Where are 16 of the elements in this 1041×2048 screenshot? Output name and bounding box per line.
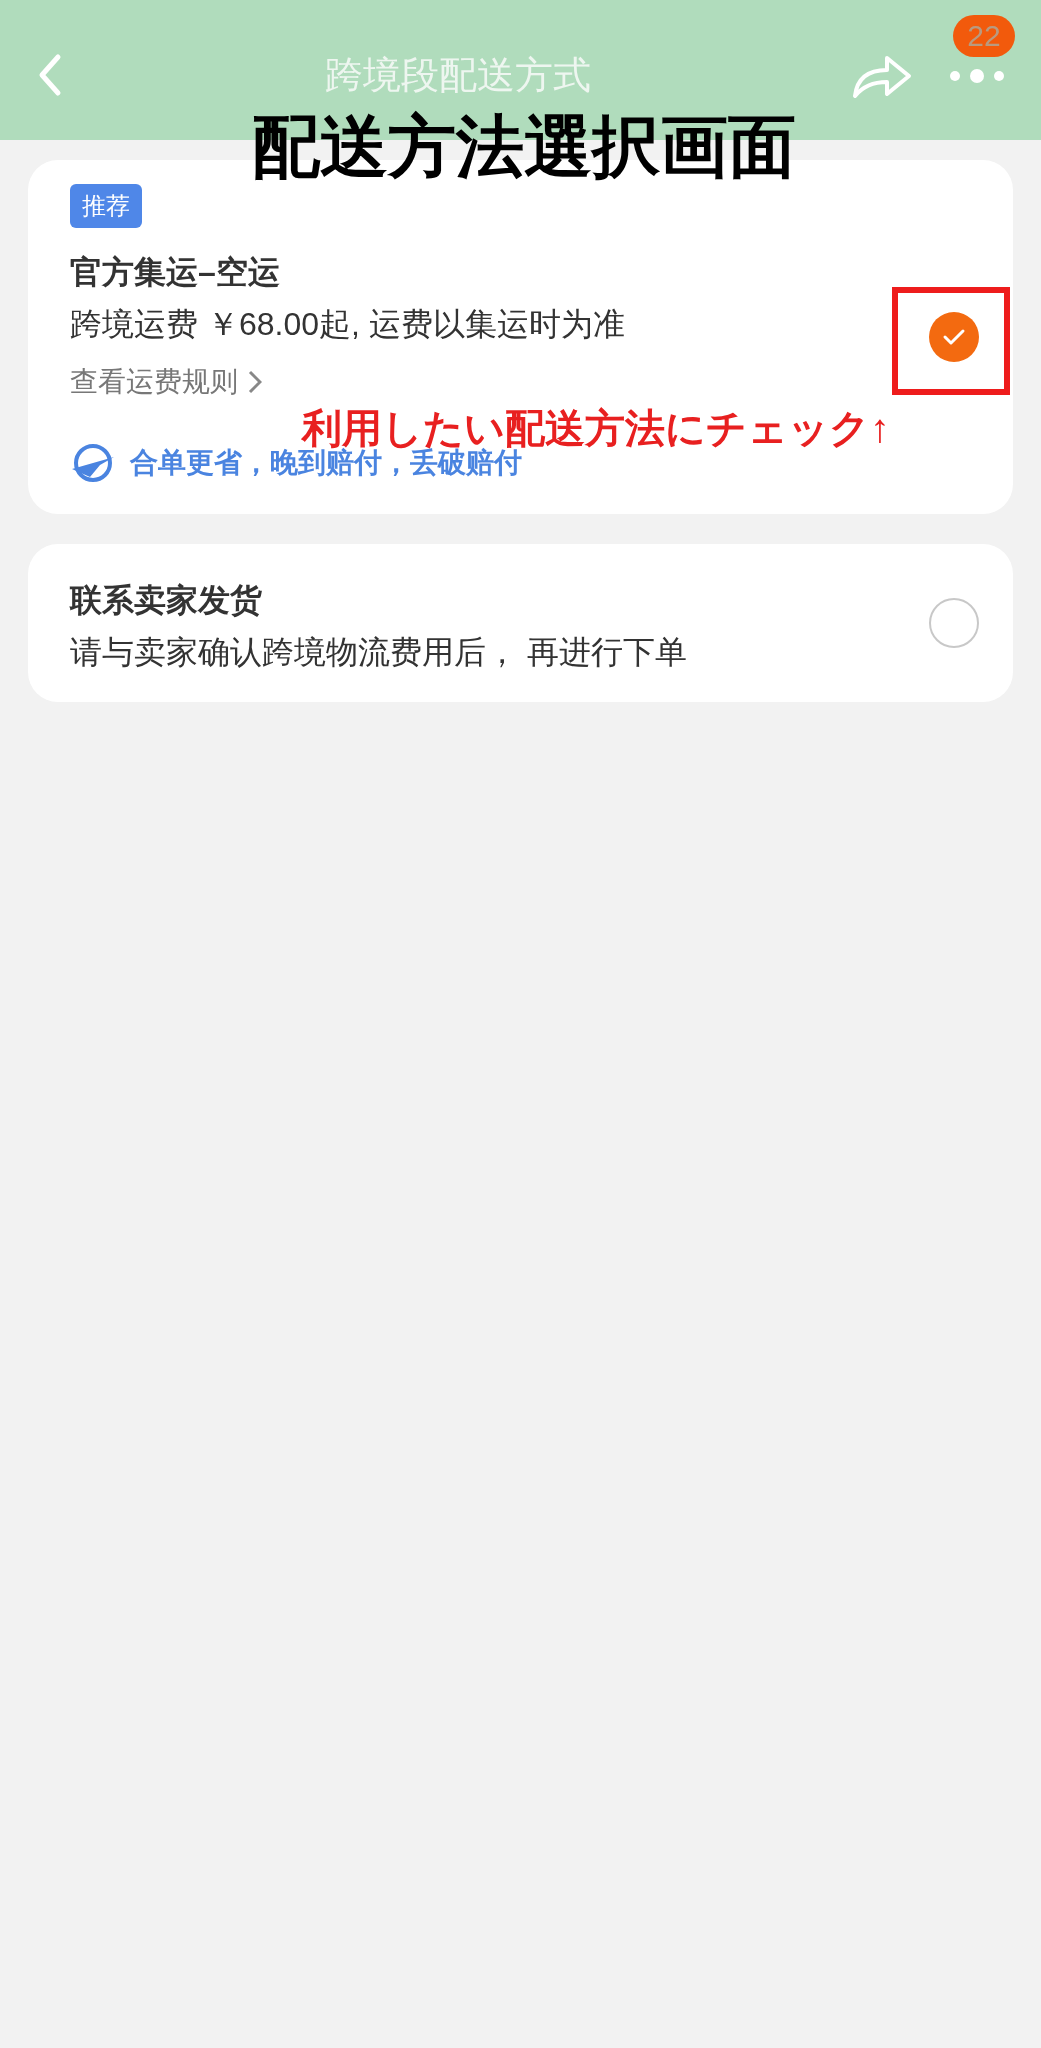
option-title: 联系卖家发货 <box>70 581 263 620</box>
radio-button[interactable] <box>929 312 979 362</box>
notification-badge: 22 <box>953 15 1015 57</box>
perks-text: 合单更省，晚到赔付，丢破赔付 <box>130 447 522 480</box>
option-title: 官方集运–空运 <box>70 253 281 292</box>
fee-rules-link[interactable]: 查看运费规则 <box>70 354 262 410</box>
page-title: 跨境段配送方式 <box>324 52 591 98</box>
recommend-tag: 推荐 <box>70 184 142 228</box>
check-icon <box>942 328 966 346</box>
chevron-right-icon <box>248 370 262 394</box>
plane-icon <box>70 443 116 483</box>
option-description: 跨境运费 ￥68.00起, 运费以集运时为准 <box>70 305 626 344</box>
radio-button[interactable] <box>929 598 979 648</box>
option-description: 请与卖家确认跨境物流费用后， 再进行下单 <box>70 633 688 672</box>
more-icon[interactable] <box>949 69 1005 83</box>
shipping-option-card[interactable]: 联系卖家发货 请与卖家确认跨境物流费用后， 再进行下单 <box>28 544 1013 702</box>
